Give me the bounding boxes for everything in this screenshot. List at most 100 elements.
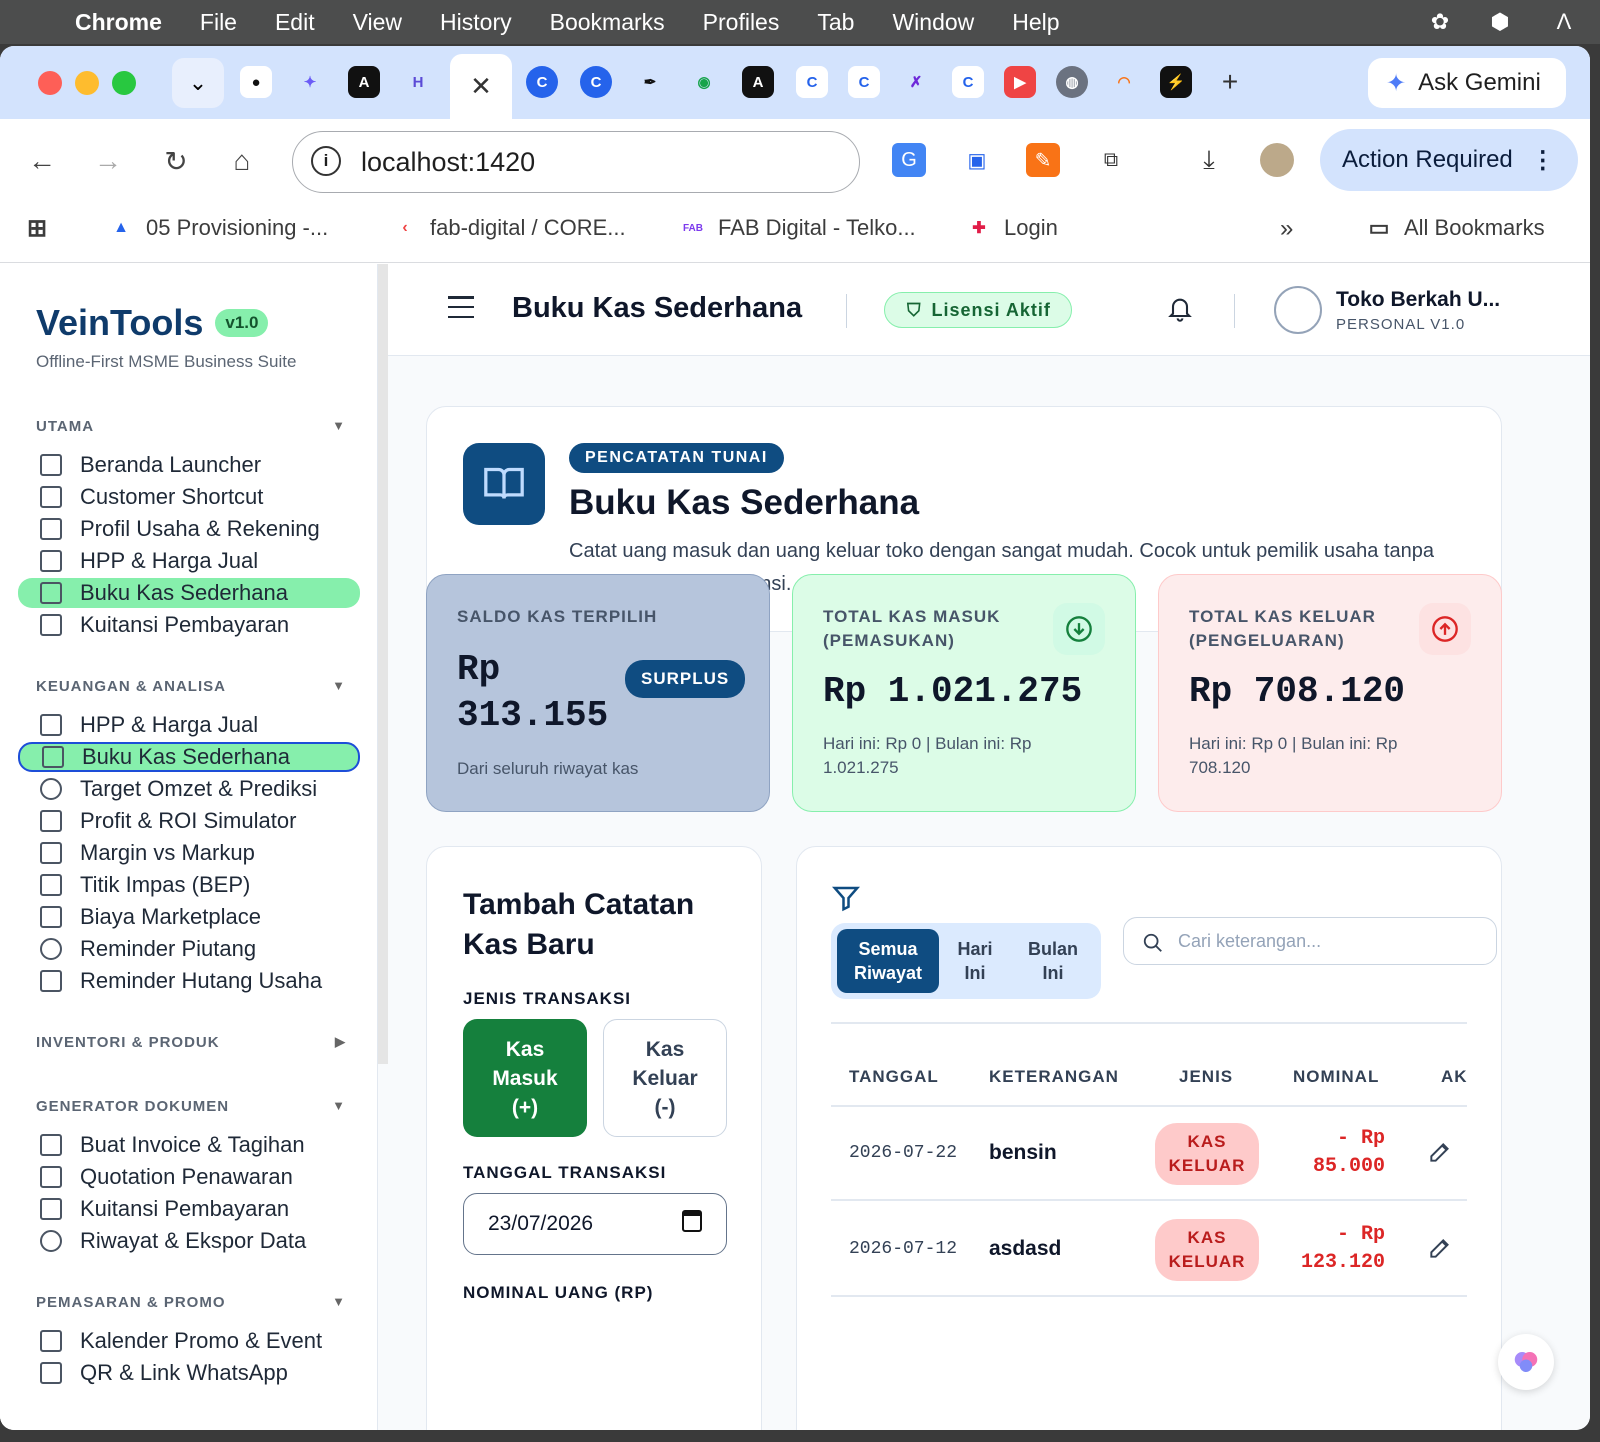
sidebar-item-beranda[interactable]: Beranda Launcher	[18, 450, 360, 480]
section-pemasaran[interactable]: PEMASARAN & PROMO ▼	[36, 1294, 346, 1311]
apps-grid-icon[interactable]: ⊞	[24, 215, 62, 242]
close-window-button[interactable]	[38, 71, 62, 95]
tab-github-icon[interactable]: ●	[240, 66, 272, 98]
sidebar-item-qr-whatsapp[interactable]: QR & Link WhatsApp	[18, 1358, 360, 1388]
sidebar-item-reminder-piutang[interactable]: Reminder Piutang	[18, 934, 360, 964]
menu-history[interactable]: History	[421, 9, 531, 36]
extension-phone-icon[interactable]: ▣	[960, 143, 994, 177]
user-name[interactable]: Toko Berkah U...	[1336, 288, 1500, 312]
home-icon[interactable]: ⌂	[220, 139, 264, 183]
tab-whatsapp-icon[interactable]: ◉	[688, 66, 720, 98]
reload-icon[interactable]: ↻	[154, 139, 198, 183]
bookmark-fab-digital-telko[interactable]: FAB FAB Digital - Telko...	[680, 215, 916, 241]
section-utama[interactable]: UTAMA ▼	[36, 418, 346, 435]
more-vert-icon[interactable]: ⋮	[1531, 146, 1555, 175]
ask-gemini-button[interactable]: ✦ Ask Gemini	[1368, 58, 1566, 108]
edit-pencil-icon[interactable]	[1427, 1139, 1453, 1165]
google-translate-icon[interactable]: G	[892, 143, 926, 177]
calendar-icon[interactable]	[682, 1210, 702, 1232]
tab-x-icon[interactable]: ✗	[900, 66, 932, 98]
sidebar-item-kalender-promo[interactable]: Kalender Promo & Event	[18, 1326, 360, 1356]
maximize-window-button[interactable]	[112, 71, 136, 95]
menu-view[interactable]: View	[334, 9, 421, 36]
sidebar-item-reminder-hutang[interactable]: Reminder Hutang Usaha	[18, 966, 360, 996]
sidebar-item-customer-shortcut[interactable]: Customer Shortcut	[18, 482, 360, 512]
profile-avatar-icon[interactable]	[1260, 143, 1294, 177]
sidebar-item-bep[interactable]: Titik Impas (BEP)	[18, 870, 360, 900]
tab-rainbow-icon[interactable]: ◠	[1108, 66, 1140, 98]
section-inventori[interactable]: INVENTORI & PRODUK ▶	[36, 1034, 346, 1051]
extensions-puzzle-icon[interactable]: ⧉	[1094, 143, 1128, 177]
a-logo-icon[interactable]: Λ	[1548, 0, 1580, 44]
sidebar-item-buku-kas-2[interactable]: Buku Kas Sederhana	[18, 742, 360, 772]
bookmark-login[interactable]: ✚ Login	[966, 215, 1058, 241]
minimize-window-button[interactable]	[75, 71, 99, 95]
menu-file[interactable]: File	[181, 9, 256, 36]
tab-gemini-icon[interactable]: ✦	[294, 66, 326, 98]
sidebar-item-riwayat-ekspor[interactable]: Riwayat & Ekspor Data	[18, 1226, 360, 1256]
menu-app-name[interactable]: Chrome	[56, 9, 181, 36]
tab-e2-icon[interactable]: C	[848, 66, 880, 98]
sidebar-item-biaya-marketplace[interactable]: Biaya Marketplace	[18, 902, 360, 932]
all-bookmarks-button[interactable]: ▭ All Bookmarks	[1366, 215, 1545, 241]
sidebar-item-profit-roi[interactable]: Profit & ROI Simulator	[18, 806, 360, 836]
bell-icon[interactable]	[1166, 294, 1194, 324]
tab-globe-icon[interactable]: ◍	[1056, 66, 1088, 98]
sidebar-item-quotation[interactable]: Quotation Penawaran	[18, 1162, 360, 1192]
search-input[interactable]: Cari keterangan...	[1123, 917, 1497, 965]
bookmark-provisioning[interactable]: ▲ 05 Provisioning -...	[108, 215, 328, 241]
tab-pen-icon[interactable]: ✒	[634, 66, 666, 98]
kas-keluar-button[interactable]: Kas Keluar (-)	[603, 1019, 727, 1137]
menu-profiles[interactable]: Profiles	[684, 9, 799, 36]
menu-edit[interactable]: Edit	[256, 9, 334, 36]
filter-hari-ini[interactable]: Hari Ini	[939, 929, 1011, 993]
active-tab-close-icon[interactable]: ✕	[450, 54, 512, 119]
tab-e3-icon[interactable]: C	[952, 66, 984, 98]
sidebar-item-hpp[interactable]: HPP & Harga Jual	[18, 546, 360, 576]
tab-a-icon[interactable]: A	[348, 66, 380, 98]
sidebar-item-buku-kas[interactable]: Buku Kas Sederhana	[18, 578, 360, 608]
tab-youtube-icon[interactable]: ▶	[1004, 66, 1036, 98]
menu-hamburger-icon[interactable]	[448, 296, 474, 318]
action-required-button[interactable]: Action Required ⋮	[1320, 129, 1578, 191]
menu-tab[interactable]: Tab	[798, 9, 873, 36]
sidebar-item-hpp-2[interactable]: HPP & Harga Jual	[18, 710, 360, 740]
menu-help[interactable]: Help	[993, 9, 1078, 36]
tab-h-icon[interactable]: H	[402, 66, 434, 98]
bookmarks-overflow-icon[interactable]: »	[1280, 215, 1293, 243]
sidebar-item-kuitansi-2[interactable]: Kuitansi Pembayaran	[18, 1194, 360, 1224]
tab-bolt-icon[interactable]: ⚡	[1160, 66, 1192, 98]
section-generator[interactable]: GENERATOR DOKUMEN ▼	[36, 1098, 346, 1115]
ai-brain-icon[interactable]	[1498, 1334, 1554, 1390]
sidebar-item-kuitansi[interactable]: Kuitansi Pembayaran	[18, 610, 360, 640]
sidebar-item-margin-markup[interactable]: Margin vs Markup	[18, 838, 360, 868]
tanggal-input[interactable]: 23/07/2026	[463, 1193, 727, 1255]
tab-c2-icon[interactable]: C	[580, 66, 612, 98]
sidebar-item-profil-usaha[interactable]: Profil Usaha & Rekening	[18, 514, 360, 544]
sidebar-item-invoice[interactable]: Buat Invoice & Tagihan	[18, 1130, 360, 1160]
bookmark-fab-digital-core[interactable]: ‹ fab-digital / CORE...	[392, 215, 625, 241]
section-keuangan[interactable]: KEUANGAN & ANALISA ▼	[36, 678, 346, 695]
filter-bulan-ini[interactable]: Bulan Ini	[1011, 929, 1095, 993]
sidebar-item-target-omzet[interactable]: Target Omzet & Prediksi	[18, 774, 360, 804]
menu-bookmarks[interactable]: Bookmarks	[531, 9, 684, 36]
downloads-icon[interactable]: ⤓	[1192, 143, 1226, 177]
kas-masuk-button[interactable]: Kas Masuk (+)	[463, 1019, 587, 1137]
edit-pencil-icon[interactable]	[1427, 1235, 1453, 1261]
filter-icon[interactable]	[831, 883, 861, 913]
tab-e-icon[interactable]: C	[796, 66, 828, 98]
openai-icon[interactable]: ✿	[1424, 0, 1456, 44]
extension-orange-icon[interactable]: ✎	[1026, 143, 1060, 177]
tab-a2-icon[interactable]: A	[742, 66, 774, 98]
address-bar[interactable]: i localhost:1420	[292, 131, 860, 193]
cube-icon[interactable]: ⬢	[1484, 0, 1516, 44]
tab-search-chevron-icon[interactable]: ⌄	[172, 58, 224, 108]
site-info-icon[interactable]: i	[311, 146, 341, 176]
user-avatar[interactable]	[1274, 286, 1322, 334]
filter-semua-riwayat[interactable]: Semua Riwayat	[837, 929, 939, 993]
tab-c-icon[interactable]: C	[526, 66, 558, 98]
menu-window[interactable]: Window	[873, 9, 993, 36]
back-arrow-icon[interactable]: ←	[20, 139, 64, 183]
forward-arrow-icon[interactable]: →	[86, 139, 130, 183]
sidebar-scrollbar[interactable]	[378, 264, 388, 1064]
